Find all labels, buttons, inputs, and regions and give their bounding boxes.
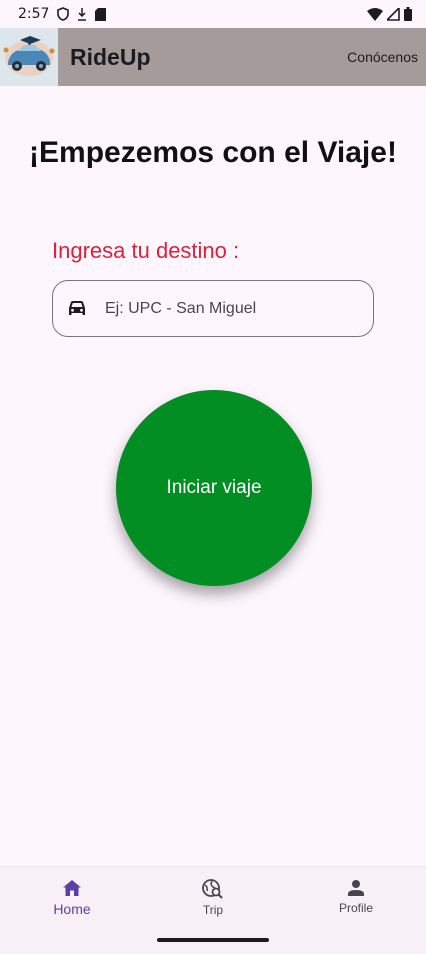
destination-input[interactable] <box>103 298 347 319</box>
status-right <box>367 7 412 21</box>
sd-card-icon <box>95 7 107 21</box>
download-icon <box>78 8 87 21</box>
person-icon <box>348 880 364 896</box>
car-logo-icon <box>3 36 55 76</box>
home-icon <box>63 880 81 896</box>
battery-icon <box>404 7 412 21</box>
nav-label-profile: Profile <box>338 901 373 915</box>
status-left: 2:57 <box>18 6 107 22</box>
status-time: 2:57 <box>18 6 50 22</box>
home-indicator <box>157 938 269 942</box>
start-trip-label: Iniciar viaje <box>166 477 262 498</box>
shield-icon <box>57 7 70 21</box>
wifi-icon <box>367 7 383 21</box>
signal-icon <box>387 7 400 21</box>
nav-item-profile[interactable]: Profile <box>311 879 401 915</box>
start-trip-button[interactable]: Iniciar viaje <box>116 390 312 586</box>
nav-label-home: Home <box>53 901 91 917</box>
about-link[interactable]: Conócenos <box>347 49 418 65</box>
page-title: ¡Empezemos con el Viaje! <box>29 136 397 169</box>
trip-search-icon <box>202 879 223 899</box>
nav-item-home[interactable]: Home <box>27 879 117 917</box>
app-title: RideUp <box>70 43 151 70</box>
destination-label: Ingresa tu destino : <box>52 238 240 263</box>
car-icon <box>69 300 85 315</box>
app-bar: RideUp Conócenos <box>0 28 426 86</box>
app-logo <box>0 28 58 86</box>
status-bar: 2:57 <box>0 0 426 28</box>
nav-label-trip: Trip <box>202 903 224 917</box>
nav-item-trip[interactable]: Trip <box>168 879 258 917</box>
destination-field[interactable] <box>52 280 374 337</box>
